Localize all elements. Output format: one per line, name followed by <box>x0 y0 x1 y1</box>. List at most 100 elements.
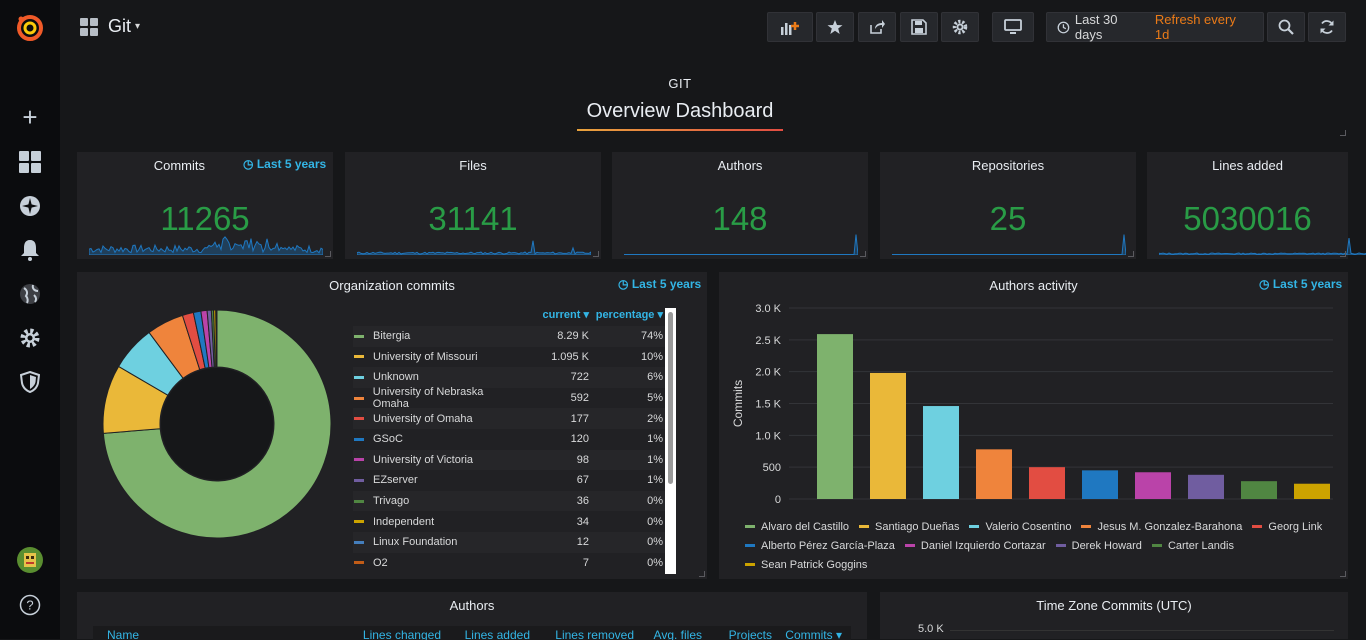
series-color-swatch[interactable] <box>354 417 364 420</box>
current-column-header[interactable]: current ▾ <box>519 308 589 322</box>
server-admin-shield-icon[interactable] <box>15 367 45 397</box>
legend-row[interactable]: Trivago360% <box>353 491 665 512</box>
series-color-swatch[interactable] <box>354 520 364 523</box>
current-value: 1.095 K <box>519 351 589 363</box>
dashboard-picker[interactable]: Git ▾ <box>80 16 140 37</box>
save-dashboard-button[interactable] <box>900 12 938 42</box>
legend-item[interactable]: Santiago Dueñas <box>859 517 959 536</box>
tv-mode-button[interactable] <box>992 12 1034 42</box>
clock-icon <box>1057 21 1070 34</box>
series-color-swatch[interactable] <box>745 563 755 566</box>
legend-row[interactable]: O270% <box>353 553 665 574</box>
globe-icon[interactable] <box>15 279 45 309</box>
legend-row[interactable]: Linux Foundation120% <box>353 532 665 553</box>
series-color-swatch[interactable] <box>745 525 755 528</box>
legend-scrollbar[interactable] <box>665 308 676 574</box>
y-tick-label: 3.0 K <box>755 303 781 315</box>
help-icon[interactable]: ? <box>15 590 45 620</box>
legend-row[interactable]: University of Omaha1772% <box>353 408 665 429</box>
legend-row[interactable]: Bitergia8.29 K74% <box>353 326 665 347</box>
legend-row[interactable]: EZserver671% <box>353 470 665 491</box>
alerting-bell-icon[interactable] <box>15 235 45 265</box>
column-header[interactable]: Commits ▾ <box>772 628 842 640</box>
column-header[interactable]: Avg. files <box>634 628 702 640</box>
resize-handle[interactable] <box>1340 571 1346 577</box>
column-header[interactable]: Lines removed <box>530 628 634 640</box>
dashboard-settings-button[interactable] <box>941 12 979 42</box>
column-header[interactable]: Lines changed <box>338 628 441 640</box>
series-color-swatch[interactable] <box>1152 544 1162 547</box>
add-panel-icon <box>779 19 801 35</box>
share-dashboard-button[interactable] <box>858 12 896 42</box>
resize-handle[interactable] <box>593 251 599 257</box>
series-color-swatch[interactable] <box>354 479 364 482</box>
series-color-swatch[interactable] <box>969 525 979 528</box>
column-header[interactable]: Lines added <box>441 628 530 640</box>
series-color-swatch[interactable] <box>1081 525 1091 528</box>
series-color-swatch[interactable] <box>1252 525 1262 528</box>
legend-item[interactable]: Alberto Pérez García-Plaza <box>745 536 895 555</box>
series-color-swatch[interactable] <box>354 561 364 564</box>
series-name: GSoC <box>373 433 403 445</box>
resize-handle[interactable] <box>699 571 705 577</box>
legend-row[interactable]: Independent340% <box>353 511 665 532</box>
legend-row[interactable]: University of Victoria981% <box>353 450 665 471</box>
create-plus-icon[interactable]: + <box>15 102 45 132</box>
legend-row[interactable]: University of Missouri1.095 K10% <box>353 347 665 368</box>
percentage-column-header[interactable]: percentage ▾ <box>589 308 665 322</box>
legend-item[interactable]: Alvaro del Castillo <box>745 517 849 536</box>
settings-icon <box>952 19 968 35</box>
resize-handle[interactable] <box>1340 251 1346 257</box>
legend-item[interactable]: Daniel Izquierdo Cortazar <box>905 536 1046 555</box>
legend-item[interactable]: Derek Howard <box>1056 536 1142 555</box>
legend-series: University of Missouri <box>353 351 519 363</box>
configuration-gear-icon[interactable] <box>15 323 45 353</box>
grafana-logo-icon[interactable] <box>15 13 45 43</box>
legend-item[interactable]: Sean Patrick Goggins <box>745 555 867 574</box>
column-header[interactable]: Projects <box>702 628 772 640</box>
refresh-button[interactable] <box>1308 12 1346 42</box>
series-color-swatch[interactable] <box>354 335 364 338</box>
zoom-out-button[interactable] <box>1267 12 1305 42</box>
series-color-swatch[interactable] <box>354 355 364 358</box>
time-info: ◷ Last 5 years <box>618 277 701 291</box>
percentage-header-label: percentage <box>596 309 655 321</box>
side-menu: + ? <box>0 0 60 639</box>
scrollbar-thumb[interactable] <box>668 312 673 484</box>
series-color-swatch[interactable] <box>354 541 364 544</box>
legend-item[interactable]: Georg Link <box>1252 517 1322 536</box>
resize-handle[interactable] <box>325 251 331 257</box>
series-color-swatch[interactable] <box>354 458 364 461</box>
zoom-out-icon <box>1278 19 1294 35</box>
series-color-swatch[interactable] <box>354 438 364 441</box>
legend-row[interactable]: Unknown7226% <box>353 367 665 388</box>
legend-row[interactable]: University of Nebraska Omaha5925% <box>353 388 665 409</box>
resize-handle[interactable] <box>1128 251 1134 257</box>
series-color-swatch[interactable] <box>354 376 364 379</box>
user-avatar[interactable] <box>15 545 45 575</box>
dashboards-icon[interactable] <box>15 147 45 177</box>
series-color-swatch[interactable] <box>354 500 364 503</box>
series-color-swatch[interactable] <box>1056 544 1066 547</box>
legend-item[interactable]: Carter Landis <box>1152 536 1234 555</box>
series-name: Independent <box>373 516 434 528</box>
series-color-swatch[interactable] <box>745 544 755 547</box>
explore-compass-icon[interactable] <box>15 191 45 221</box>
legend-item[interactable]: Jesus M. Gonzalez-Barahona <box>1081 517 1242 536</box>
resize-handle[interactable] <box>860 251 866 257</box>
add-panel-button[interactable] <box>767 12 813 42</box>
series-color-swatch[interactable] <box>905 544 915 547</box>
resize-handle[interactable] <box>1340 130 1346 136</box>
time-picker-button[interactable]: Last 30 days Refresh every 1d <box>1046 12 1264 42</box>
star-dashboard-button[interactable] <box>816 12 854 42</box>
series-color-swatch[interactable] <box>859 525 869 528</box>
legend-series: GSoC <box>353 433 519 445</box>
series-name: University of Missouri <box>373 351 478 363</box>
legend-series: Linux Foundation <box>353 536 519 548</box>
legend-row[interactable]: GSoC1201% <box>353 429 665 450</box>
series-color-swatch[interactable] <box>354 397 364 400</box>
legend-item[interactable]: Valerio Cosentino <box>969 517 1071 536</box>
authors-table-panel: Authors NameLines changedLines addedLine… <box>77 592 867 639</box>
panel-title: Authors <box>612 158 868 173</box>
column-header[interactable]: Name <box>93 628 338 640</box>
